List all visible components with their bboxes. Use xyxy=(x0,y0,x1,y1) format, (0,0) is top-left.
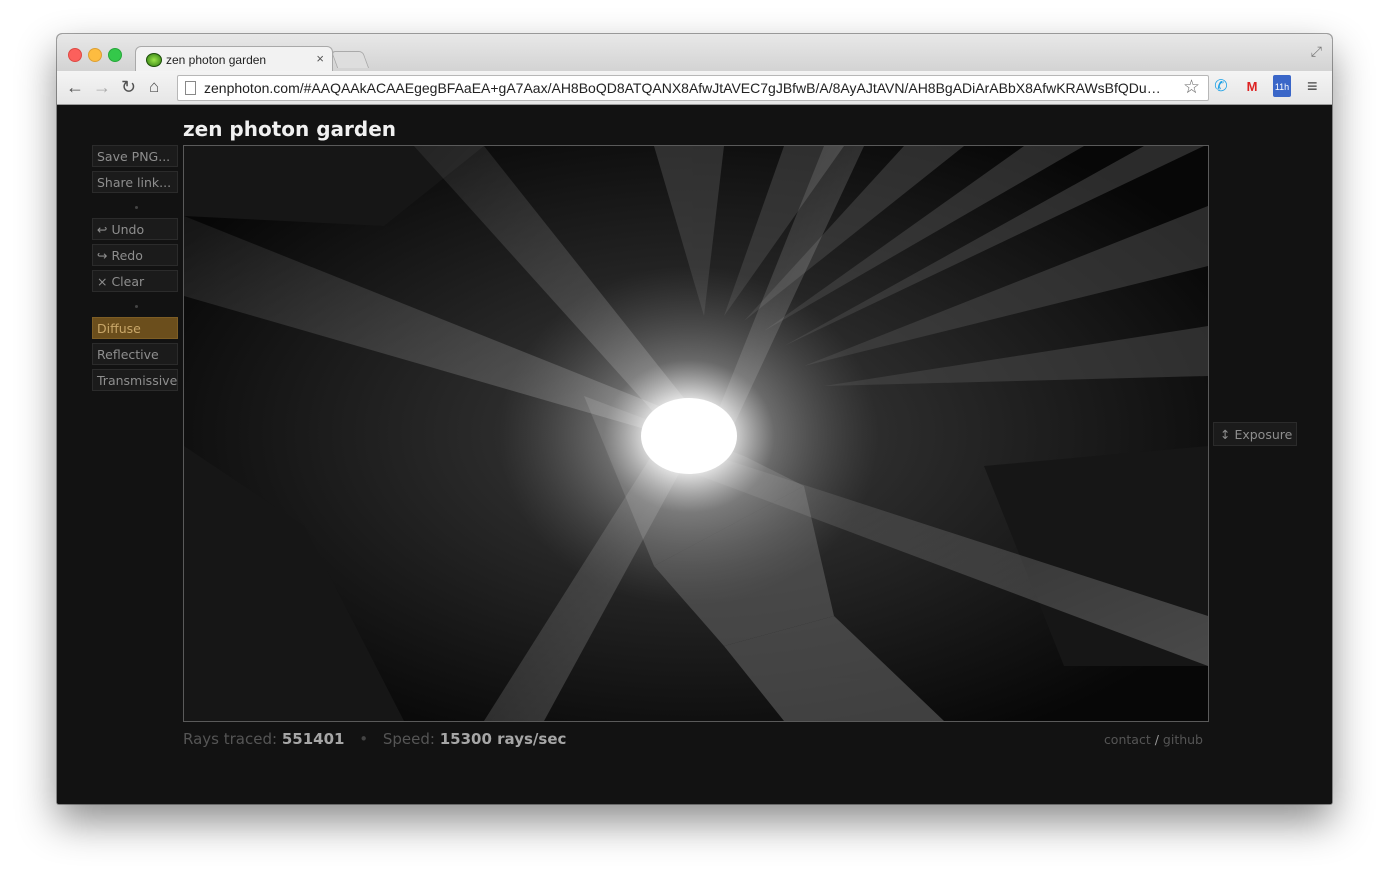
redo-button[interactable]: ↪ Redo xyxy=(92,244,178,266)
home-icon[interactable]: ⌂ xyxy=(149,77,159,97)
page-content: zen photon garden Save PNG... Share link… xyxy=(57,105,1332,804)
maximize-window-button[interactable] xyxy=(108,48,122,62)
favicon-icon xyxy=(146,53,162,67)
fullscreen-icon[interactable]: ⤢ xyxy=(1311,43,1322,60)
separator-dot xyxy=(135,305,138,308)
github-link[interactable]: github xyxy=(1163,732,1203,747)
light-source xyxy=(641,398,737,474)
browser-window: zen photon garden × ⤢ ← → ↻ ⌂ zenphoton.… xyxy=(57,34,1332,804)
url-text[interactable]: zenphoton.com/#AAQAAkACAAEgegBFAaEA+gA7A… xyxy=(204,80,1164,98)
render-canvas[interactable] xyxy=(183,145,1209,722)
title-bar: zen photon garden × ⤢ xyxy=(57,34,1332,73)
address-bar[interactable]: zenphoton.com/#AAQAAkACAAEgegBFAaEA+gA7A… xyxy=(177,75,1209,101)
undo-button[interactable]: ↩ Undo xyxy=(92,218,178,240)
stats-separator: • xyxy=(359,730,369,748)
calendar-extension-icon[interactable]: 11h xyxy=(1273,75,1291,97)
back-arrow-icon[interactable]: ← xyxy=(66,77,84,97)
tab-title: zen photon garden xyxy=(166,53,267,67)
link-separator: / xyxy=(1154,732,1159,747)
contact-link[interactable]: contact xyxy=(1104,732,1151,747)
page-icon xyxy=(185,81,196,95)
minimize-window-button[interactable] xyxy=(88,48,102,62)
share-link-button[interactable]: Share link... xyxy=(92,171,178,193)
new-tab-button[interactable] xyxy=(330,51,370,68)
forward-arrow-icon[interactable]: → xyxy=(93,77,111,97)
browser-tab[interactable]: zen photon garden × xyxy=(135,46,333,73)
browser-toolbar: ← → ↻ ⌂ zenphoton.com/#AAQAAkACAAEgegBFA… xyxy=(57,71,1332,105)
separator-dot xyxy=(135,206,138,209)
clear-button[interactable]: × Clear xyxy=(92,270,178,292)
skype-extension-icon[interactable]: ✆ xyxy=(1212,78,1230,96)
save-png-button[interactable]: Save PNG... xyxy=(92,145,178,167)
reload-icon[interactable]: ↻ xyxy=(121,77,136,97)
gmail-extension-icon[interactable]: M xyxy=(1243,78,1261,96)
render-stats: Rays traced: 551401 • Speed: 15300 rays/… xyxy=(183,730,566,748)
footer-links: contact / github xyxy=(1104,732,1203,747)
rendered-light-scene xyxy=(184,146,1208,721)
chrome-menu-icon[interactable]: ≡ xyxy=(1307,76,1318,97)
transmissive-material-button[interactable]: Transmissive xyxy=(92,369,178,391)
rays-traced-value: 551401 xyxy=(281,730,345,748)
speed-value: 15300 rays/sec xyxy=(439,730,567,748)
speed-label: Speed: xyxy=(382,730,435,748)
exposure-button[interactable]: ↕ Exposure xyxy=(1213,422,1297,446)
rays-traced-label: Rays traced: xyxy=(183,730,278,748)
tab-close-icon[interactable]: × xyxy=(316,51,324,66)
diffuse-material-button[interactable]: Diffuse xyxy=(92,317,178,339)
bookmark-star-icon[interactable]: ☆ xyxy=(1183,76,1200,99)
reflective-material-button[interactable]: Reflective xyxy=(92,343,178,365)
close-window-button[interactable] xyxy=(68,48,82,62)
app-title: zen photon garden xyxy=(183,117,396,141)
